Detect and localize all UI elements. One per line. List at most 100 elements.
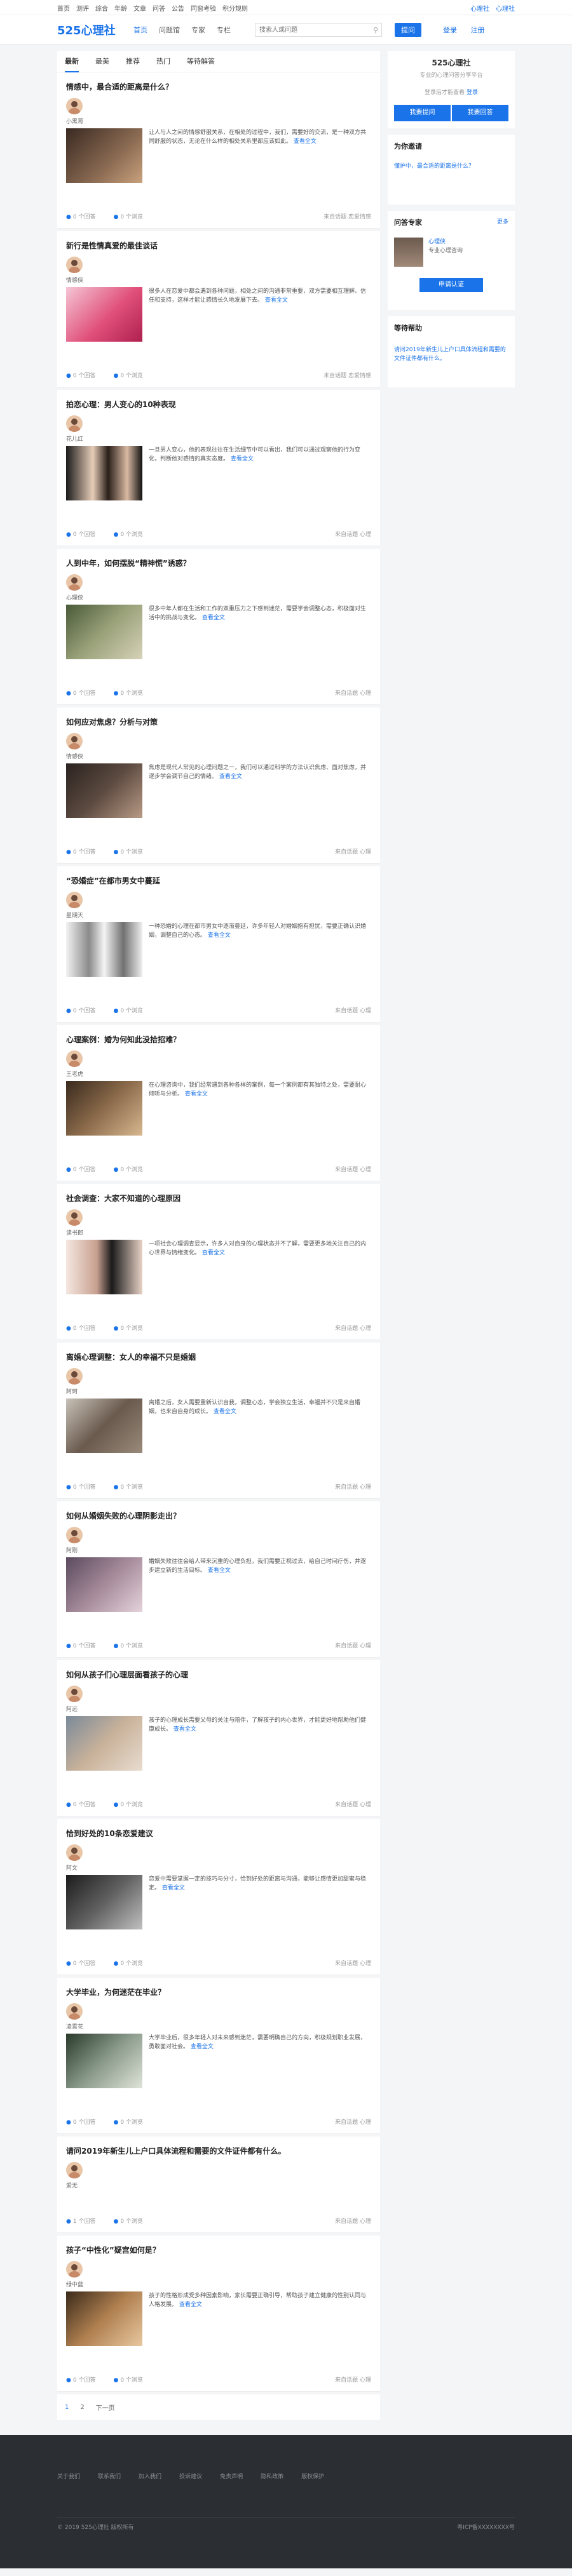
avatar[interactable] bbox=[66, 415, 83, 432]
user-name[interactable]: 王老虎 bbox=[66, 1070, 371, 1078]
question-title[interactable]: 如何从婚姻失败的心理阴影走出？ bbox=[66, 1510, 371, 1520]
user-name[interactable]: 情感侠 bbox=[66, 276, 371, 284]
user-name[interactable]: 阿珂 bbox=[66, 1387, 371, 1395]
user-name[interactable]: 花儿红 bbox=[66, 434, 371, 443]
footer-link[interactable]: 关于我们 bbox=[57, 2474, 80, 2480]
question-category[interactable]: 来自话题 心理 bbox=[335, 2217, 371, 2225]
expert-item[interactable]: 心理侠 专业心理咨询 bbox=[394, 238, 508, 267]
login-hint-link[interactable]: 登录 bbox=[466, 90, 478, 96]
question-title[interactable]: 情感中，最合适的距离是什么？ bbox=[66, 81, 371, 91]
top-link[interactable]: 首页 bbox=[57, 6, 70, 13]
avatar[interactable] bbox=[66, 1527, 83, 1543]
user-name[interactable]: 心理侠 bbox=[66, 593, 371, 601]
read-more-link[interactable]: 查看全文 bbox=[231, 456, 254, 462]
user-name[interactable]: 阿文 bbox=[66, 1863, 371, 1872]
read-more-link[interactable]: 查看全文 bbox=[208, 932, 231, 939]
question-title[interactable]: 心理案例：婚为何知此没拾招难？ bbox=[66, 1034, 371, 1044]
question-category[interactable]: 来自话题 心理 bbox=[335, 1482, 371, 1491]
question-category[interactable]: 来自话题 恋爱情感 bbox=[323, 212, 371, 220]
ask-button[interactable]: 提问 bbox=[395, 23, 421, 37]
apply-cert-button[interactable]: 申请认证 bbox=[419, 278, 483, 292]
top-link[interactable]: 测评 bbox=[76, 6, 89, 13]
answer-count[interactable]: ● 0 个回答 bbox=[66, 1643, 104, 1649]
read-more-link[interactable]: 查看全文 bbox=[202, 1250, 225, 1256]
login-link[interactable]: 登录 bbox=[443, 26, 457, 34]
read-more-link[interactable]: 查看全文 bbox=[219, 774, 242, 780]
top-link[interactable]: 年龄 bbox=[114, 6, 127, 13]
avatar[interactable] bbox=[66, 574, 83, 591]
question-category[interactable]: 来自话题 心理 bbox=[335, 1324, 371, 1332]
question-title[interactable]: 大学毕业，为何迷茫在毕业？ bbox=[66, 1987, 371, 1997]
nav-item[interactable]: 问题馆 bbox=[159, 25, 180, 35]
answer-count[interactable]: ● 0 个回答 bbox=[66, 849, 104, 855]
feed-tab[interactable]: 热门 bbox=[156, 51, 170, 72]
answer-count[interactable]: ● 0 个回答 bbox=[66, 214, 104, 220]
question-category[interactable]: 来自话题 恋爱情感 bbox=[323, 371, 371, 379]
nav-item[interactable]: 专家 bbox=[191, 25, 205, 35]
feed-tab[interactable]: 最新 bbox=[65, 51, 79, 72]
user-name[interactable]: 爱无 bbox=[66, 2181, 371, 2189]
top-link[interactable]: 文章 bbox=[133, 6, 146, 13]
question-title[interactable]: 如何应对焦虑？分析与对策 bbox=[66, 716, 371, 727]
answer-count[interactable]: ● 0 个回答 bbox=[66, 1167, 104, 1173]
avatar[interactable] bbox=[66, 98, 83, 114]
question-category[interactable]: 来自话题 心理 bbox=[335, 2117, 371, 2126]
question-thumbnail[interactable] bbox=[66, 1716, 142, 1771]
search-icon[interactable]: ⚲ bbox=[369, 26, 382, 34]
question-title[interactable]: 如何从孩子们心理层面看孩子的心理 bbox=[66, 1669, 371, 1679]
avatar[interactable] bbox=[66, 1844, 83, 1861]
answer-count[interactable]: ● 0 个回答 bbox=[66, 690, 104, 697]
read-more-link[interactable]: 查看全文 bbox=[208, 1567, 231, 1574]
read-more-link[interactable]: 查看全文 bbox=[202, 615, 225, 621]
answer-count[interactable]: ● 0 个回答 bbox=[66, 1484, 104, 1491]
user-name[interactable]: 读书郎 bbox=[66, 1228, 371, 1237]
question-title[interactable]: 人到中年，如何摆脱“精神慌”诱惑？ bbox=[66, 558, 371, 568]
answer-count[interactable]: ● 0 个回答 bbox=[66, 1961, 104, 1967]
question-title[interactable]: 孩子“中性化”疑宫如何是？ bbox=[66, 2244, 371, 2255]
question-category[interactable]: 来自话题 心理 bbox=[335, 1165, 371, 1173]
question-thumbnail[interactable] bbox=[66, 1240, 142, 1294]
top-link[interactable]: 综合 bbox=[95, 6, 108, 13]
register-link[interactable]: 注册 bbox=[471, 26, 485, 34]
question-category[interactable]: 来自话题 心理 bbox=[335, 1800, 371, 1808]
avatar[interactable] bbox=[66, 733, 83, 749]
top-link[interactable]: 公告 bbox=[172, 6, 184, 13]
sidebar-ask-button[interactable]: 我要提问 bbox=[394, 105, 451, 121]
top-link[interactable]: 问答 bbox=[153, 6, 165, 13]
footer-link[interactable]: 加入我们 bbox=[139, 2474, 161, 2480]
sidebar-answer-button[interactable]: 我要回答 bbox=[452, 105, 508, 121]
question-thumbnail[interactable] bbox=[66, 1399, 142, 1453]
user-name[interactable]: 阿刚 bbox=[66, 1546, 371, 1554]
read-more-link[interactable]: 查看全文 bbox=[179, 2302, 202, 2308]
read-more-link[interactable]: 查看全文 bbox=[214, 1409, 236, 1415]
question-title[interactable]: 拍恋心理：男人变心的10种表现 bbox=[66, 399, 371, 409]
question-thumbnail[interactable] bbox=[66, 1081, 142, 1136]
site-logo[interactable]: 525心理社 bbox=[57, 22, 133, 38]
question-title[interactable]: 恰到好处的10条恋爱建议 bbox=[66, 1828, 371, 1838]
avatar[interactable] bbox=[66, 1050, 83, 1067]
question-title[interactable]: “恐婚症”在都市男女中蔓延 bbox=[66, 875, 371, 885]
feed-tab[interactable]: 等待解答 bbox=[187, 51, 215, 72]
read-more-link[interactable]: 查看全文 bbox=[265, 297, 288, 304]
page-link[interactable]: 1 bbox=[65, 2404, 69, 2411]
avatar[interactable] bbox=[66, 2003, 83, 2020]
expert-name[interactable]: 心理侠 bbox=[428, 239, 446, 245]
question-title[interactable]: 社会调查：大家不知道的心理原因 bbox=[66, 1193, 371, 1203]
nav-item[interactable]: 专栏 bbox=[217, 25, 231, 35]
user-name[interactable]: 绿中蓝 bbox=[66, 2280, 371, 2288]
footer-link[interactable]: 投诉建议 bbox=[179, 2474, 202, 2480]
question-category[interactable]: 来自话题 心理 bbox=[335, 847, 371, 855]
user-name[interactable]: 小黑哥 bbox=[66, 117, 371, 125]
avatar[interactable] bbox=[66, 892, 83, 908]
question-category[interactable]: 来自话题 心理 bbox=[335, 1959, 371, 1967]
read-more-link[interactable]: 查看全文 bbox=[294, 138, 317, 145]
answer-count[interactable]: ● 0 个回答 bbox=[66, 1008, 104, 1014]
avatar[interactable] bbox=[66, 1368, 83, 1385]
footer-link[interactable]: 联系我们 bbox=[98, 2474, 121, 2480]
answer-count[interactable]: ● 0 个回答 bbox=[66, 532, 104, 538]
user-name[interactable]: 情感侠 bbox=[66, 752, 371, 760]
footer-link[interactable]: 免责声明 bbox=[220, 2474, 243, 2480]
avatar[interactable] bbox=[66, 1209, 83, 1226]
expert-more-link[interactable]: 更多 bbox=[497, 217, 508, 227]
page-link[interactable]: 下一页 bbox=[96, 2403, 115, 2412]
